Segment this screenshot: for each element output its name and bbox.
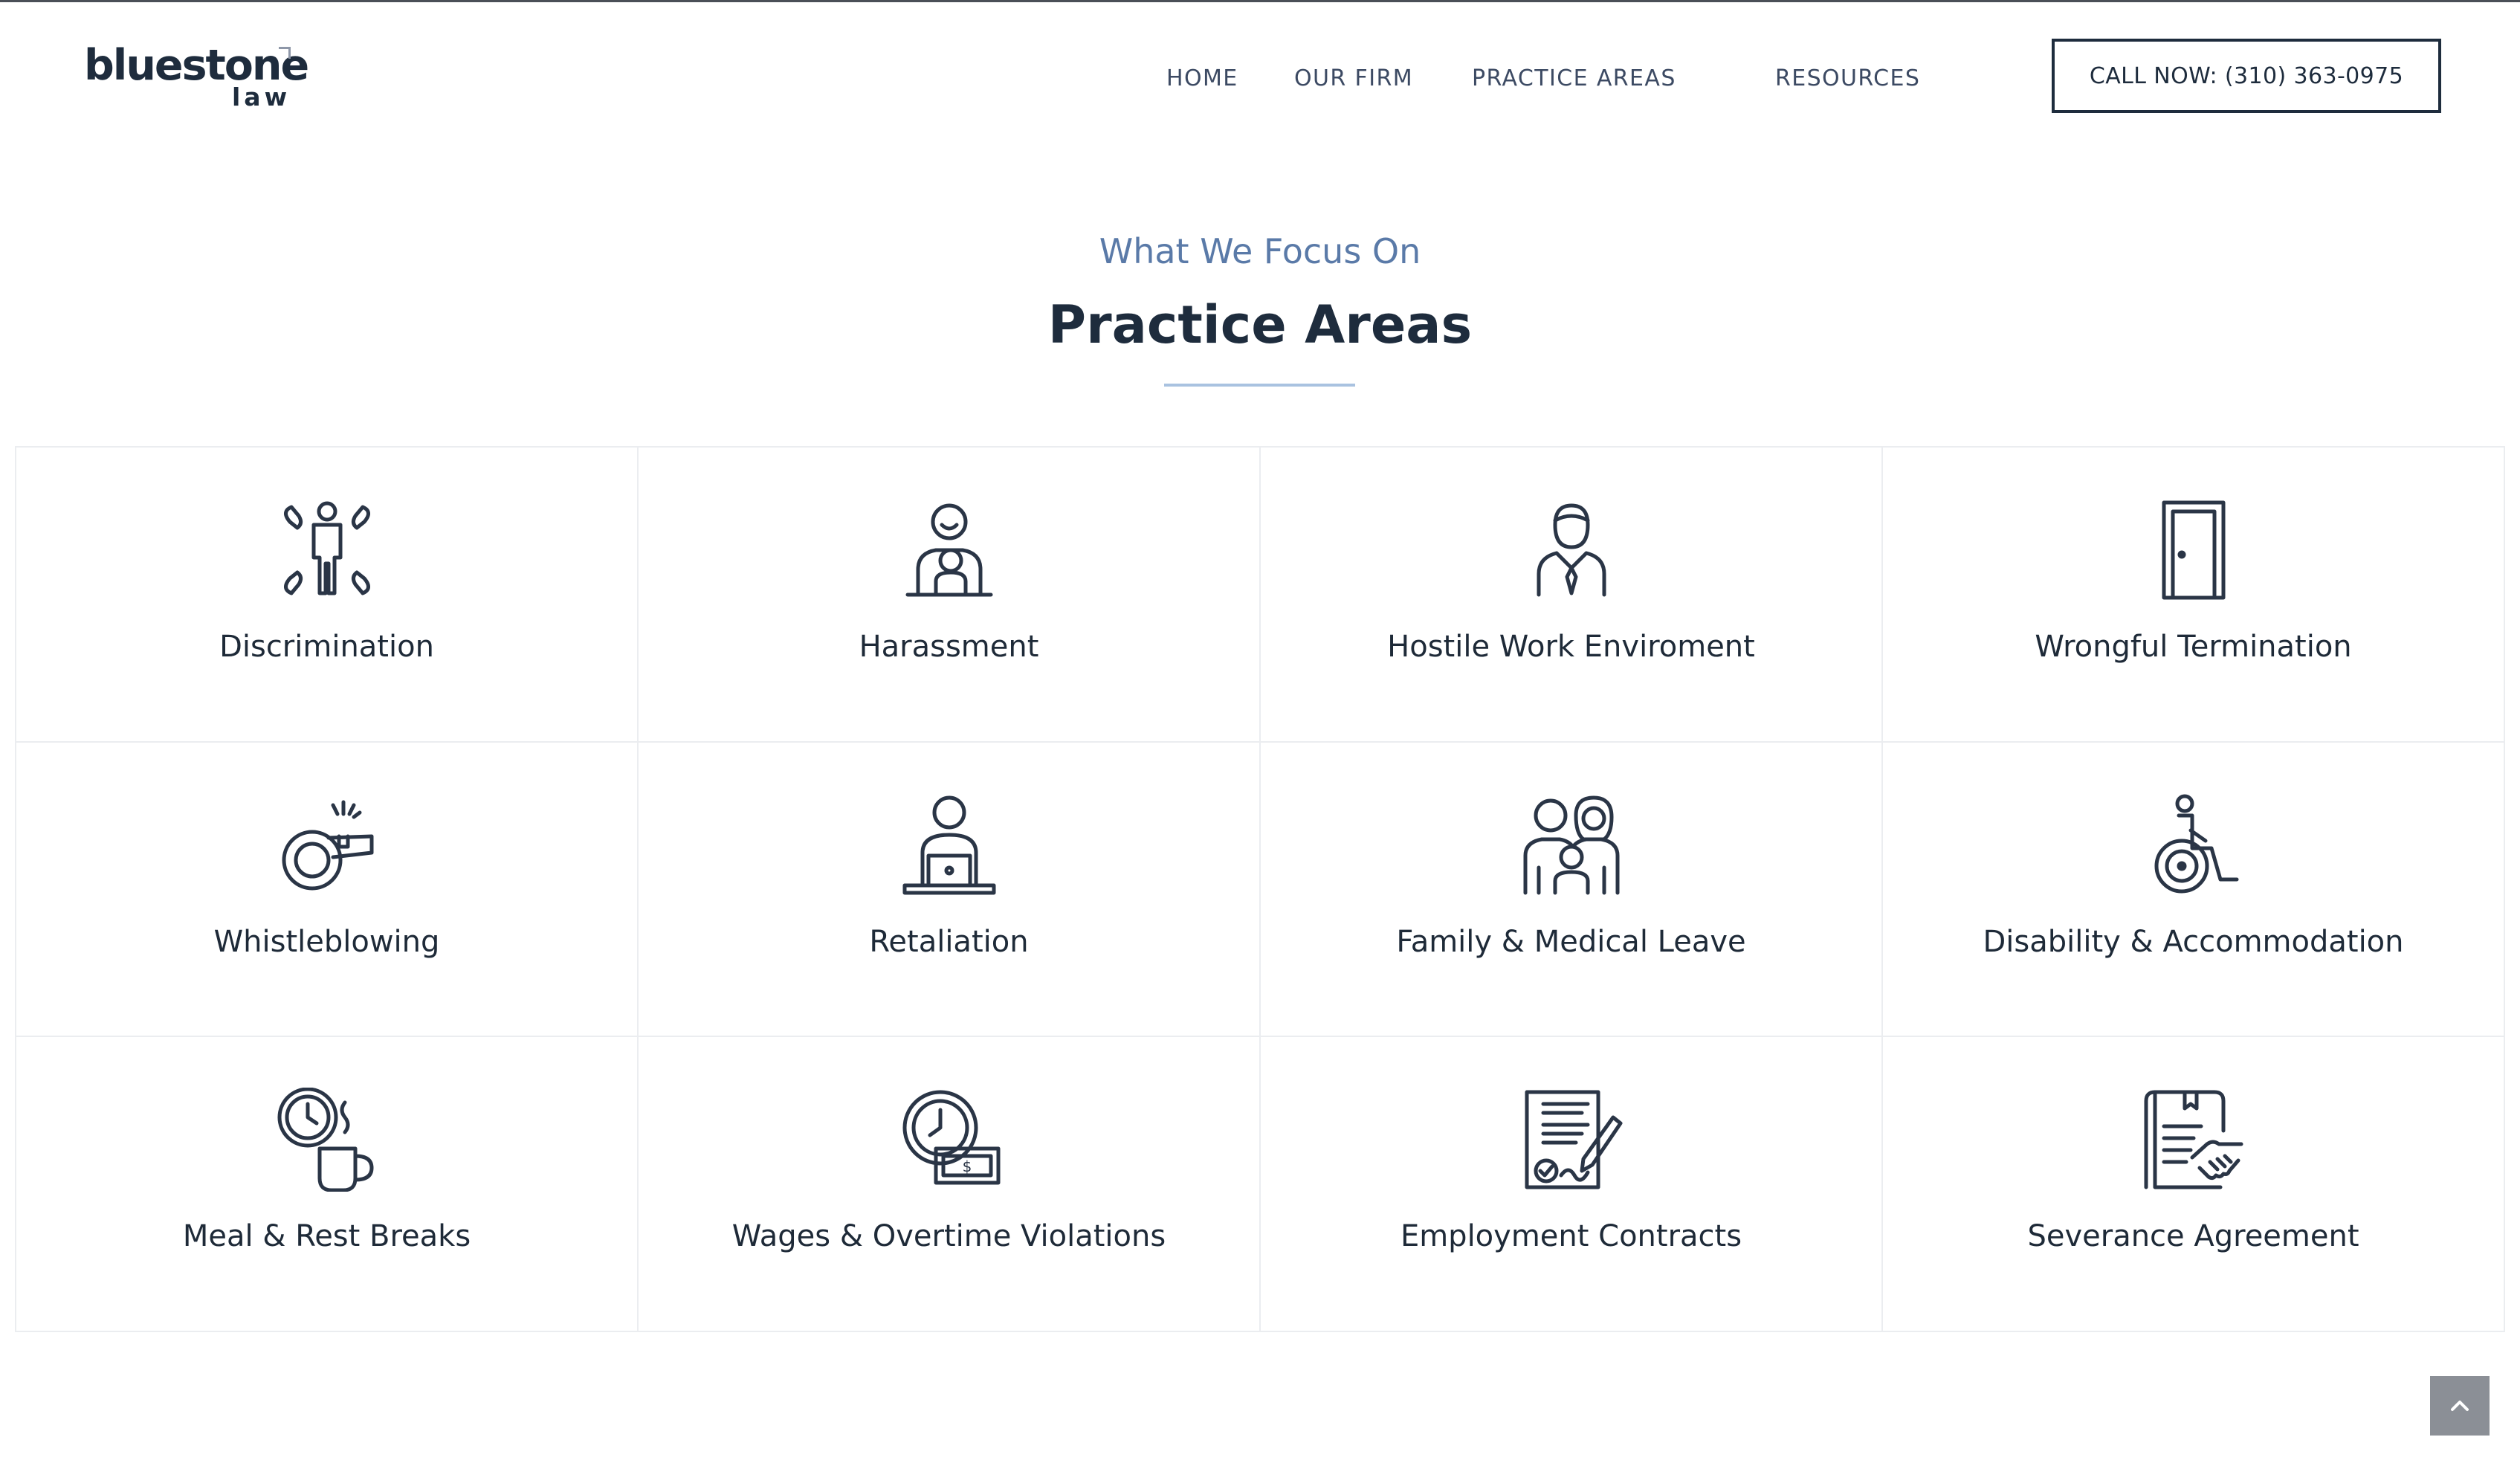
practice-card-hostile-work[interactable]: Hostile Work Enviroment: [1261, 448, 1883, 743]
practice-card-label: Hostile Work Enviroment: [1387, 630, 1755, 664]
wheelchair-icon: [2142, 793, 2246, 897]
practice-card-label: Severance Agreement: [2027, 1219, 2359, 1254]
svg-text:$: $: [962, 1157, 972, 1175]
practice-card-label: Employment Contracts: [1400, 1219, 1742, 1254]
practice-card-label: Disability & Accommodation: [1983, 924, 2404, 959]
practice-card-label: Whistleblowing: [213, 924, 440, 959]
practice-card-meal-rest[interactable]: Meal & Rest Breaks: [16, 1037, 639, 1332]
practice-card-harassment[interactable]: Harassment: [639, 448, 1261, 743]
section-title: Practice Areas: [1047, 294, 1473, 355]
practice-card-wrongful-termination[interactable]: Wrongful Termination: [1883, 448, 2505, 743]
chevron-up-icon: [2451, 1401, 2469, 1411]
practice-card-discrimination[interactable]: Discrimination: [16, 448, 639, 743]
harassment-icon: [897, 498, 1001, 602]
door-icon: [2142, 498, 2246, 602]
practice-card-label: Meal & Rest Breaks: [182, 1219, 471, 1254]
clock-money-icon: $: [897, 1088, 1001, 1192]
whistle-icon: [275, 793, 379, 897]
call-now-button[interactable]: CALL NOW: (310) 363-0975: [2052, 39, 2441, 113]
practice-card-label: Wrongful Termination: [2035, 630, 2352, 664]
practice-card-label: Family & Medical Leave: [1396, 924, 1746, 959]
logo-corner-mark: [279, 47, 291, 59]
nav-our-firm[interactable]: OUR FIRM: [1294, 62, 1413, 95]
handshake-document-icon: [2142, 1088, 2246, 1192]
brand-name: bluestone: [84, 41, 309, 90]
practice-card-severance[interactable]: Severance Agreement: [1883, 1037, 2505, 1332]
family-icon: [1519, 793, 1624, 897]
contract-icon: [1519, 1088, 1624, 1192]
nav-resources[interactable]: RESOURCES: [1775, 62, 1920, 95]
practice-card-label: Wages & Overtime Violations: [731, 1219, 1166, 1254]
practice-card-retaliation[interactable]: Retaliation: [639, 742, 1261, 1038]
back-to-top-button[interactable]: [2430, 1376, 2490, 1436]
person-laptop-icon: [897, 793, 1001, 897]
practice-areas-grid: Discrimination Harassment Hostile Work E: [15, 446, 2505, 1332]
brand-subname: law: [232, 83, 291, 112]
nav-practice-areas[interactable]: PRACTICE AREAS: [1472, 62, 1676, 95]
practice-card-label: Retaliation: [869, 924, 1029, 959]
practice-card-disability[interactable]: Disability & Accommodation: [1883, 742, 2505, 1038]
clock-coffee-icon: [275, 1088, 379, 1192]
nav-home[interactable]: HOME: [1166, 62, 1238, 95]
title-divider: [1164, 384, 1355, 387]
businessman-icon: [1519, 498, 1624, 602]
practice-card-wages-overtime[interactable]: $ Wages & Overtime Violations: [639, 1037, 1261, 1332]
site-header: bluestone law HOME OUR FIRM PRACTICE ARE…: [0, 0, 2520, 156]
practice-card-label: Discrimination: [219, 630, 434, 664]
practice-card-family-medical-leave[interactable]: Family & Medical Leave: [1261, 742, 1883, 1038]
practice-card-employment-contracts[interactable]: Employment Contracts: [1261, 1037, 1883, 1332]
section-eyebrow: What We Focus On: [1099, 231, 1421, 271]
practice-card-whistleblowing[interactable]: Whistleblowing: [16, 742, 639, 1038]
discrimination-icon: [275, 498, 379, 602]
practice-card-label: Harassment: [859, 630, 1039, 664]
brand-logo[interactable]: bluestone law: [84, 45, 309, 113]
